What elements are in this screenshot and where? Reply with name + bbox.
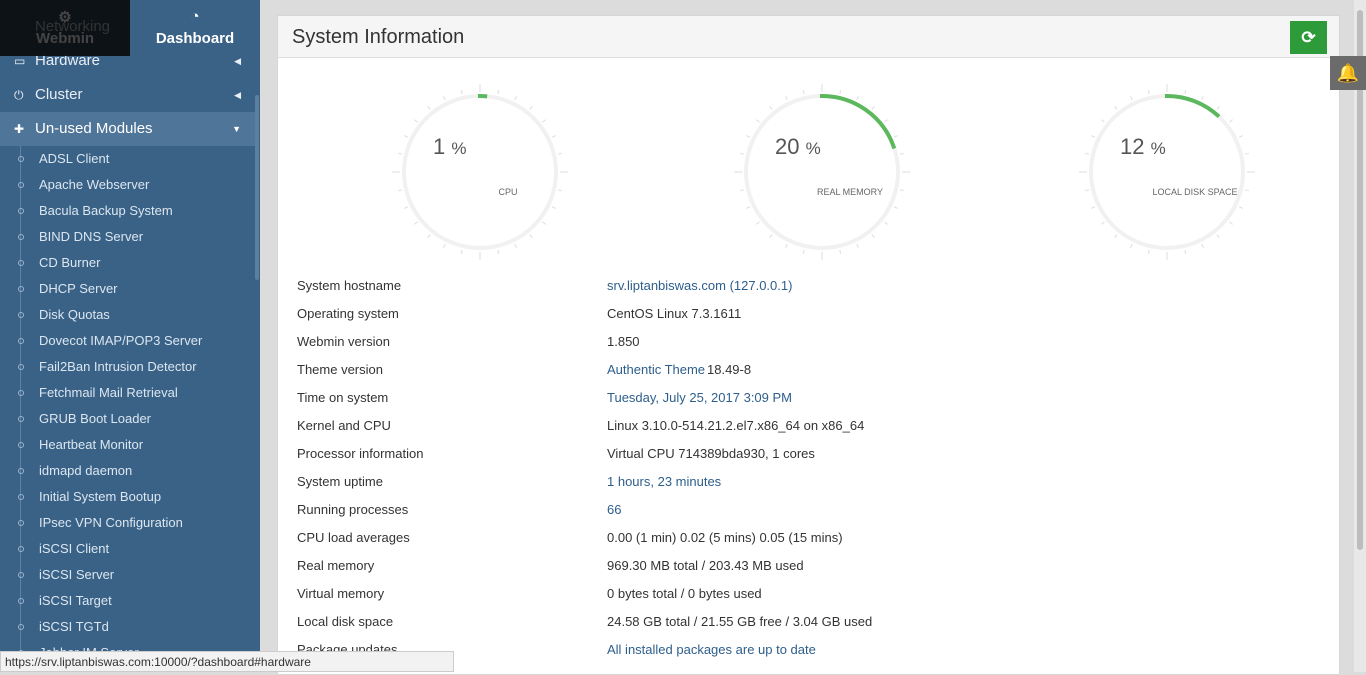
sidebar-category-cluster[interactable]: ⏻ Cluster ◀ — [0, 78, 255, 112]
power-icon: ⏻ — [14, 78, 24, 112]
dashboard-tab[interactable]: ◔ Dashboard — [130, 0, 260, 56]
info-row: Virtual memory 0 bytes total / 0 bytes us… — [297, 586, 1297, 614]
sidebar-module-item[interactable]: ADSL Client — [0, 146, 255, 172]
info-value-suffix: 18.49-8 — [707, 362, 751, 377]
notifications-bell-icon[interactable]: 🔔 — [1330, 56, 1366, 90]
refresh-button[interactable]: ⟳ — [1290, 21, 1327, 54]
info-row: Time on system Tuesday, July 25, 2017 3:0… — [297, 390, 1297, 418]
sidebar-module-item[interactable]: BIND DNS Server — [0, 224, 255, 250]
info-value: 0 bytes total / 0 bytes used — [607, 586, 762, 601]
info-row: Real memory 969.30 MB total / 203.43 MB u… — [297, 558, 1297, 586]
info-value: 24.58 GB total / 21.55 GB free / 3.04 GB… — [607, 614, 872, 629]
sidebar-module-item[interactable]: Apache Webserver — [0, 172, 255, 198]
info-label: Real memory — [297, 558, 374, 573]
info-value: 0.00 (1 min) 0.02 (5 mins) 0.05 (15 mins… — [607, 530, 843, 545]
gauge-value: 12 % — [1120, 134, 1166, 160]
gauge-number: 20 — [775, 134, 799, 159]
info-label: Kernel and CPU — [297, 418, 391, 433]
sidebar-category-unused-modules[interactable]: ✚ Un-used Modules ▼ — [0, 112, 255, 146]
info-value[interactable]: 1 hours, 23 minutes — [607, 474, 721, 489]
puzzle-icon: ✚ — [14, 112, 24, 146]
gauge-unit: % — [1151, 139, 1166, 158]
panel-title: System Information — [292, 26, 464, 49]
info-row: Kernel and CPU Linux 3.10.0-514.21.2.el7.… — [297, 418, 1297, 446]
info-value[interactable]: srv.liptanbiswas.com (127.0.0.1) — [607, 278, 792, 293]
info-value[interactable]: 66 — [607, 502, 621, 517]
info-value: Linux 3.10.0-514.21.2.el7.x86_64 on x86_… — [607, 418, 864, 433]
sidebar-module-item[interactable]: Disk Quotas — [0, 302, 255, 328]
status-bar-url: https://srv.liptanbiswas.com:10000/?dash… — [0, 651, 454, 672]
gauge-value: 1 % — [433, 134, 467, 160]
info-label: Time on system — [297, 390, 388, 405]
gauge-unit: % — [806, 139, 821, 158]
sidebar-module-item[interactable]: Heartbeat Monitor — [0, 432, 255, 458]
info-label: Operating system — [297, 306, 399, 321]
info-label: CPU load averages — [297, 530, 410, 545]
sidebar-module-item[interactable]: IPsec VPN Configuration — [0, 510, 255, 536]
info-row: Processor information Virtual CPU 714389b… — [297, 446, 1297, 474]
info-row: Webmin version 1.850 — [297, 334, 1297, 362]
info-label: Running processes — [297, 502, 408, 517]
info-value: 1.850 — [607, 334, 640, 349]
sidebar-module-item[interactable]: GRUB Boot Loader — [0, 406, 255, 432]
sidebar-module-item[interactable]: iSCSI TGTd — [0, 614, 255, 640]
dashboard-gauge-icon: ◔ — [130, 8, 260, 26]
gauge-label: REAL MEMORY — [762, 187, 938, 197]
info-label: System uptime — [297, 474, 383, 489]
caret-left-icon: ◀ — [234, 78, 241, 112]
module-list: ADSL ClientApache WebserverBacula Backup… — [0, 146, 255, 666]
sidebar-module-item[interactable]: idmapd daemon — [0, 458, 255, 484]
info-row: Theme version Authentic Theme 18.49-8 — [297, 362, 1297, 390]
gauge-number: 1 — [433, 134, 445, 159]
info-row: Local disk space 24.58 GB total / 21.55 G… — [297, 614, 1297, 642]
category-label: Un-used Modules — [35, 120, 153, 137]
gauge-label: CPU — [420, 187, 596, 197]
info-label: Local disk space — [297, 614, 393, 629]
info-row: System uptime 1 hours, 23 minutes — [297, 474, 1297, 502]
sidebar-module-item[interactable]: Bacula Backup System — [0, 198, 255, 224]
info-label: System hostname — [297, 278, 401, 293]
info-value: Virtual CPU 714389bda930, 1 cores — [607, 446, 815, 461]
info-value[interactable]: All installed packages are up to date — [607, 642, 816, 657]
page-scrollbar-thumb[interactable] — [1357, 10, 1363, 550]
info-label: Webmin version — [297, 334, 390, 349]
refresh-icon: ⟳ — [1301, 28, 1315, 47]
info-row: CPU load averages 0.00 (1 min) 0.02 (5 mi… — [297, 530, 1297, 558]
category-label: Cluster — [35, 86, 83, 103]
sidebar-scrollbar[interactable] — [255, 95, 259, 280]
sidebar-module-item[interactable]: Initial System Bootup — [0, 484, 255, 510]
sidebar: Networking ⚙Webmin ◔Dashboard ▭Hardware◀… — [0, 0, 260, 672]
info-row: Running processes 66 — [297, 502, 1297, 530]
sidebar-category-networking[interactable]: Networking — [35, 18, 110, 35]
info-label: Virtual memory — [297, 586, 384, 601]
sidebar-module-item[interactable]: iSCSI Client — [0, 536, 255, 562]
dashboard-label: Dashboard — [156, 30, 234, 47]
page-scrollbar[interactable] — [1354, 0, 1366, 672]
gauge-unit: % — [451, 139, 466, 158]
caret-down-icon: ▼ — [232, 112, 241, 146]
info-row: Operating system CentOS Linux 7.3.1611 — [297, 306, 1297, 334]
info-value[interactable]: Authentic Theme — [607, 362, 705, 377]
info-value: CentOS Linux 7.3.1611 — [607, 306, 741, 321]
gauge-number: 12 — [1120, 134, 1144, 159]
info-row: System hostname srv.liptanbiswas.com (127… — [297, 278, 1297, 306]
info-label: Processor information — [297, 446, 423, 461]
info-label: Theme version — [297, 362, 383, 377]
gauge-label: LOCAL DISK SPACE — [1107, 187, 1283, 197]
sidebar-module-item[interactable]: CD Burner — [0, 250, 255, 276]
sidebar-module-item[interactable]: DHCP Server — [0, 276, 255, 302]
info-value[interactable]: Tuesday, July 25, 2017 3:09 PM — [607, 390, 792, 405]
panel-header: System Information ⟳ — [278, 16, 1339, 58]
sidebar-module-item[interactable]: iSCSI Server — [0, 562, 255, 588]
sidebar-module-item[interactable]: Fetchmail Mail Retrieval — [0, 380, 255, 406]
sidebar-module-item[interactable]: Fail2Ban Intrusion Detector — [0, 354, 255, 380]
info-value: 969.30 MB total / 203.43 MB used — [607, 558, 804, 573]
gauge-value: 20 % — [775, 134, 821, 160]
sidebar-module-item[interactable]: iSCSI Target — [0, 588, 255, 614]
sidebar-module-item[interactable]: Dovecot IMAP/POP3 Server — [0, 328, 255, 354]
